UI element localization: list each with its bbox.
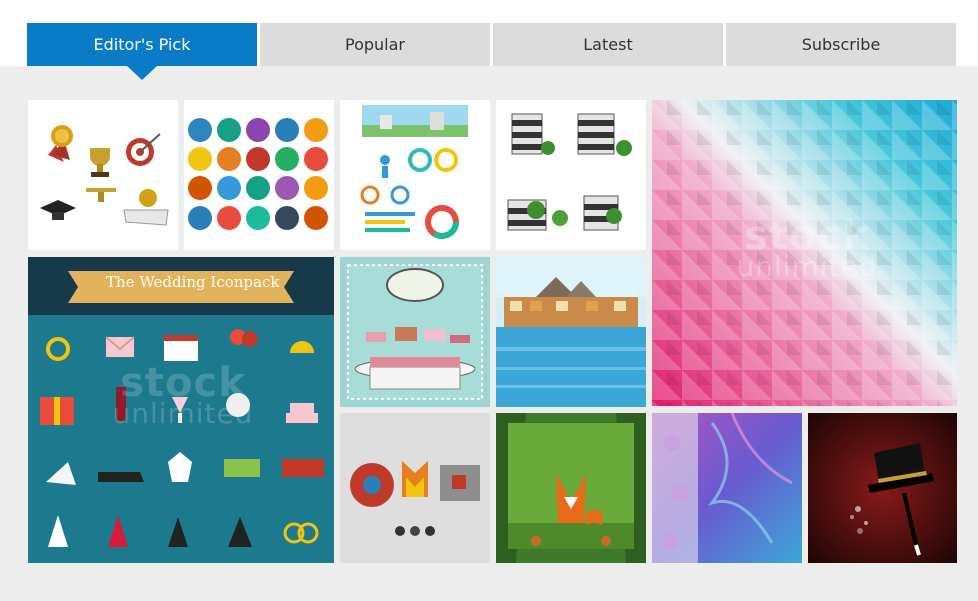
tab-label: Editor's Pick — [93, 35, 191, 54]
image-tile-sports-icons[interactable] — [184, 100, 334, 250]
tab-label: Subscribe — [801, 35, 881, 54]
image-tile-harbour-town[interactable] — [496, 257, 646, 407]
image-tile-buildings[interactable] — [496, 100, 646, 250]
tab-popular[interactable]: Popular — [260, 23, 490, 66]
image-tile-geometric-pattern[interactable]: stock unlimited — [652, 100, 957, 406]
tab-latest[interactable]: Latest — [493, 23, 723, 66]
image-tile-infographic[interactable] — [340, 100, 490, 250]
image-tile-dessert-table[interactable] — [340, 257, 490, 407]
harbour-town-image — [496, 257, 646, 407]
buildings-image — [507, 113, 632, 231]
image-tile-ornament-icons[interactable] — [340, 413, 490, 563]
image-tile-awards-icons[interactable] — [28, 100, 178, 250]
image-tile-floral-pattern[interactable] — [652, 413, 802, 563]
tab-subscribe[interactable]: Subscribe — [726, 23, 956, 66]
active-tab-indicator — [127, 66, 157, 80]
sports-icons-image — [188, 118, 328, 230]
tab-label: Popular — [345, 35, 405, 54]
image-tile-fox-forest[interactable] — [496, 413, 646, 563]
floral-pattern-image — [652, 413, 802, 563]
image-tile-wedding-iconpack[interactable]: The Wedding Iconpack stock unlimited — [28, 257, 334, 563]
awards-icons-image — [40, 125, 169, 226]
image-tile-magic-hat[interactable] — [808, 413, 957, 563]
dessert-table-image — [347, 264, 483, 400]
tab-label: Latest — [583, 35, 633, 54]
wedding-banner-title: The Wedding Iconpack — [106, 273, 280, 291]
wedding-iconpack-image — [28, 257, 334, 547]
infographic-image — [360, 105, 468, 239]
magic-hat-image — [808, 413, 957, 563]
ornament-icons-image — [350, 461, 480, 536]
fox-forest-image — [496, 413, 646, 563]
tab-editors-pick[interactable]: Editor's Pick — [27, 23, 257, 66]
geometric-pattern-image — [652, 100, 957, 406]
